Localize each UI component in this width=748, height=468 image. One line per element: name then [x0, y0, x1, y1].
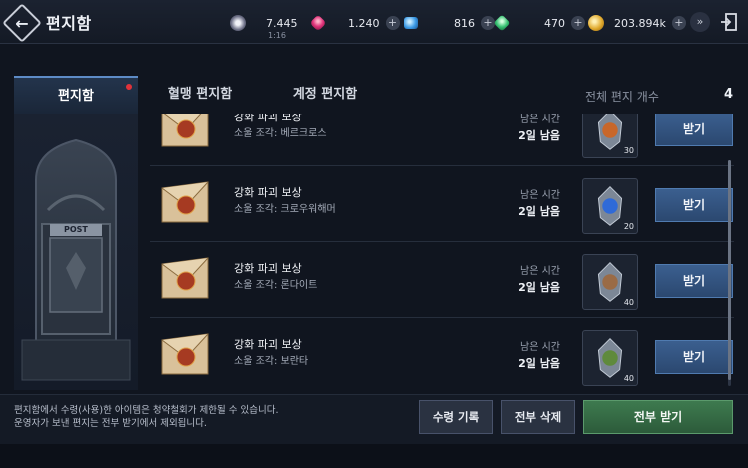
envelope-icon	[161, 181, 209, 223]
reward-item-slot[interactable]: 20	[582, 178, 638, 234]
receive-button[interactable]: 받기	[655, 188, 733, 222]
blue-gem-add-button[interactable]: +	[481, 16, 495, 30]
notice-line-1: 편지함에서 수령(사용)한 아이템은 청약철회가 제한될 수 있습니다.	[14, 405, 279, 416]
remaining-time-value: 2일 남음	[518, 281, 560, 294]
tab-account-mailbox-label: 계정 편지함	[292, 87, 358, 102]
envelope-icon	[161, 114, 209, 147]
tab-bar: 편지함 혈맹 편지함 계정 편지함 전체 편지 개수 4	[0, 76, 748, 114]
blue-crystal-icon	[404, 17, 418, 29]
mail-count-value: 4	[724, 87, 734, 102]
green-crystal-icon	[493, 14, 511, 32]
red-gem-resource: 1.240 +	[309, 13, 400, 33]
green-gem-value: 470	[544, 16, 565, 30]
mail-subtitle: 소울 조각: 보란타	[234, 356, 309, 367]
top-bar: ← 편지함 7.445 1:16 1.240 + 816 + 470 + 203…	[0, 0, 748, 44]
item-count: 40	[623, 374, 634, 383]
lightning-orb-icon	[230, 15, 246, 31]
mail-title: 강화 파괴 보상	[234, 114, 302, 123]
chevron-double-down-icon[interactable]: »	[690, 12, 710, 32]
back-arrow-icon[interactable]: ←	[8, 9, 36, 37]
post-sign: POST	[64, 225, 88, 234]
item-count: 20	[623, 222, 634, 231]
page-title: 편지함	[46, 14, 92, 33]
envelope-icon	[161, 257, 209, 299]
red-gem-add-button[interactable]: +	[385, 16, 400, 30]
stamina-value: 7.445	[266, 16, 298, 30]
mail-list: 강화 파괴 보상 소울 조각: 베르크로스 남은 시간 2일 남음 30 받기 …	[150, 114, 734, 392]
mail-title: 강화 파괴 보상	[234, 338, 302, 351]
mail-row: 강화 파괴 보상 소울 조각: 크로우워해머 남은 시간 2일 남음 20 받기	[150, 166, 734, 242]
item-count: 30	[623, 146, 634, 155]
green-gem-add-button[interactable]: +	[571, 16, 585, 30]
mail-title: 강화 파괴 보상	[234, 186, 302, 199]
receive-history-button[interactable]: 수령 기록	[419, 400, 493, 434]
red-gem-value: 1.240	[348, 16, 380, 30]
mailbox-illustration	[21, 138, 131, 381]
mail-subtitle: 소울 조각: 크로우워해머	[234, 204, 336, 215]
reward-item-slot[interactable]: 30	[582, 114, 638, 158]
mail-list-scrollbar[interactable]	[728, 160, 731, 386]
exit-door-icon[interactable]	[720, 12, 738, 32]
reward-item-slot[interactable]: 40	[582, 254, 638, 310]
tab-clan-mailbox[interactable]: 혈맹 편지함	[150, 76, 250, 114]
green-gem-resource: 470 +	[493, 13, 585, 33]
mail-row: 강화 파괴 보상 소울 조각: 론다이트 남은 시간 2일 남음 40 받기	[150, 242, 734, 318]
remaining-time-value: 2일 남음	[518, 357, 560, 370]
mail-subtitle: 소울 조각: 베르크로스	[234, 128, 327, 139]
red-gem-icon	[309, 14, 327, 32]
stamina-resource: 7.445	[230, 13, 298, 33]
stamina-timer: 1:16	[268, 31, 286, 40]
remaining-time-label: 남은 시간	[520, 190, 560, 201]
receive-button[interactable]: 받기	[655, 340, 733, 374]
item-count: 40	[623, 298, 634, 307]
receive-button[interactable]: 받기	[655, 264, 733, 298]
delete-all-button[interactable]: 전부 삭제	[501, 400, 575, 434]
mail-title: 강화 파괴 보상	[234, 262, 302, 275]
footer-strip	[0, 444, 748, 468]
tab-mailbox-label: 편지함	[58, 89, 94, 104]
remaining-time-value: 2일 남음	[518, 129, 560, 142]
gold-add-button[interactable]: +	[671, 16, 686, 30]
tab-clan-mailbox-label: 혈맹 편지함	[167, 87, 233, 102]
tab-mailbox[interactable]: 편지함	[14, 76, 138, 114]
blue-gem-value: 816	[454, 16, 475, 30]
notification-dot	[126, 84, 132, 90]
scrollbar-thumb[interactable]	[728, 160, 731, 380]
blue-gem-resource: 816 +	[404, 13, 495, 33]
mail-subtitle: 소울 조각: 론다이트	[234, 280, 318, 291]
mailbox-panel: POST	[14, 114, 138, 390]
mail-count-label: 전체 편지 개수	[585, 90, 659, 104]
gold-coin-icon	[588, 15, 604, 31]
reward-item-slot[interactable]: 40	[582, 330, 638, 386]
footer-notice: 편지함에서 수령(사용)한 아이템은 청약철회가 제한될 수 있습니다. 운영자…	[14, 404, 279, 430]
envelope-icon	[161, 333, 209, 375]
gold-resource: 203.894k +	[588, 13, 686, 33]
remaining-time-label: 남은 시간	[520, 342, 560, 353]
receive-button[interactable]: 받기	[655, 114, 733, 146]
mail-row: 강화 파괴 보상 소울 조각: 베르크로스 남은 시간 2일 남음 30 받기	[150, 114, 734, 166]
receive-all-button[interactable]: 전부 받기	[583, 400, 733, 434]
remaining-time-label: 남은 시간	[520, 114, 560, 125]
tab-account-mailbox[interactable]: 계정 편지함	[275, 76, 375, 114]
mail-row: 강화 파괴 보상 소울 조각: 보란타 남은 시간 2일 남음 40 받기	[150, 318, 734, 392]
gold-value: 203.894k	[614, 16, 666, 30]
remaining-time-value: 2일 남음	[518, 205, 560, 218]
notice-line-2: 운영자가 보낸 편지는 전부 받기에서 제외됩니다.	[14, 418, 207, 429]
remaining-time-label: 남은 시간	[520, 266, 560, 277]
